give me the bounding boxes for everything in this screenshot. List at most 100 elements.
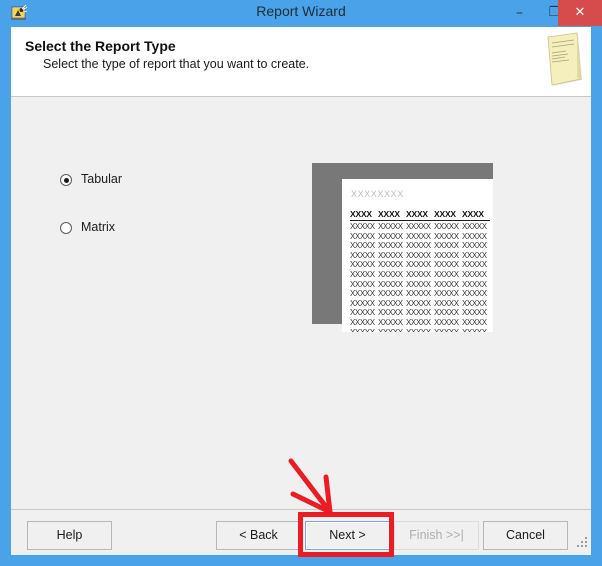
preview-data-row: XXXXXXXXXXXXXXXXXXXXXXXXX <box>350 270 490 280</box>
preview-data-cell: XXXXX <box>434 269 459 279</box>
preview-data-cell: XXXXX <box>378 308 403 318</box>
minimize-icon: – <box>516 5 523 21</box>
preview-data-cell: XXXXX <box>462 250 487 260</box>
preview-data-cell: XXXXX <box>378 298 403 308</box>
preview-data-cell: XXXXX <box>378 222 403 231</box>
page-title: Select the Report Type <box>25 38 176 54</box>
page-subtitle: Select the type of report that you want … <box>43 57 310 71</box>
preview-header-cell: XXXX <box>350 209 372 219</box>
resize-grip[interactable] <box>577 537 589 549</box>
preview-data-cell: XXXXX <box>406 250 431 260</box>
preview-data-row: XXXXXXXXXXXXXXXXXXXXXXXXX <box>350 308 490 318</box>
preview-data-cell: XXXXX <box>350 328 375 332</box>
preview-data-cell: XXXXX <box>462 298 487 308</box>
preview-data-row: XXXXXXXXXXXXXXXXXXXXXXXXX <box>350 260 490 270</box>
preview-data-row: XXXXXXXXXXXXXXXXXXXXXXXXX <box>350 328 490 332</box>
close-icon: ✕ <box>574 5 586 20</box>
preview-data-cell: XXXXX <box>434 328 459 332</box>
preview-data-cell: XXXXX <box>378 289 403 299</box>
preview-data-cell: XXXXX <box>406 231 431 241</box>
radio-tabular-label: Tabular <box>81 172 122 186</box>
preview-data-row: XXXXXXXXXXXXXXXXXXXXXXXXX <box>350 222 490 232</box>
radio-matrix-label: Matrix <box>81 220 116 234</box>
preview-data-cell: XXXXX <box>462 222 487 231</box>
preview-data-row: XXXXXXXXXXXXXXXXXXXXXXXXX <box>350 280 490 290</box>
preview-data-cell: XXXXX <box>350 269 375 279</box>
preview-data-cell: XXXXX <box>434 308 459 318</box>
preview-data-cell: XXXXX <box>406 298 431 308</box>
close-button[interactable]: ✕ <box>558 0 602 26</box>
preview-data-cell: XXXXX <box>434 279 459 289</box>
preview-title-text: XXXXXXXX <box>351 189 404 199</box>
preview-data-cell: XXXXX <box>406 260 431 270</box>
preview-header-cell: XXXX <box>378 209 400 219</box>
back-button[interactable]: < Back <box>216 521 301 550</box>
preview-data-cell: XXXXX <box>462 328 487 332</box>
preview-data-cell: XXXXX <box>462 260 487 270</box>
preview-data-row: XXXXXXXXXXXXXXXXXXXXXXXXX <box>350 241 490 251</box>
preview-header-row: XXXX XXXX XXXX XXXX XXXX <box>350 209 490 221</box>
preview-data-cell: XXXXX <box>378 279 403 289</box>
preview-data-cell: XXXXX <box>378 328 403 332</box>
preview-data-cell: XXXXX <box>462 317 487 327</box>
preview-data-cell: XXXXX <box>406 279 431 289</box>
preview-data-cell: XXXXX <box>434 298 459 308</box>
next-button[interactable]: Next > <box>305 521 390 550</box>
radio-matrix-icon[interactable] <box>60 222 72 234</box>
preview-header-cell: XXXX <box>406 209 428 219</box>
preview-data-cell: XXXXX <box>378 241 403 251</box>
preview-data-cell: XXXXX <box>378 317 403 327</box>
preview-data-cell: XXXXX <box>350 279 375 289</box>
wizard-footer: Help < Back Next > Finish >>| Cancel <box>11 509 591 555</box>
wizard-body: Tabular Matrix XXXXXXXX XXXX XXXX XXXX XXXX… <box>11 97 591 509</box>
preview-data-cell: XXXXX <box>434 231 459 241</box>
preview-data-cell: XXXXX <box>350 289 375 299</box>
preview-data-row: XXXXXXXXXXXXXXXXXXXXXXXXX <box>350 299 490 309</box>
preview-data-cell: XXXXX <box>462 241 487 251</box>
preview-data-cell: XXXXX <box>434 260 459 270</box>
preview-data-cell: XXXXX <box>378 231 403 241</box>
wizard-header: Select the Report Type Select the type o… <box>11 27 591 97</box>
preview-data-cell: XXXXX <box>434 222 459 231</box>
preview-data-cell: XXXXX <box>434 317 459 327</box>
preview-data-row: XXXXXXXXXXXXXXXXXXXXXXXXX <box>350 318 490 328</box>
preview-data-cell: XXXXX <box>378 269 403 279</box>
preview-page: XXXXXXXX XXXX XXXX XXXX XXXX XXXX XXXXX XXXXX X… <box>342 179 493 332</box>
preview-data-cell: XXXXX <box>462 269 487 279</box>
preview-data-cell: XXXXX <box>406 289 431 299</box>
preview-data-cell: XXXXX <box>406 317 431 327</box>
preview-data-cell: XXXXX <box>434 289 459 299</box>
preview-data-cell: XXXXX <box>350 231 375 241</box>
dialog-client-area: Select the Report Type Select the type o… <box>11 27 591 555</box>
preview-data-row: XXXXXXXXXXXXXXXXXXXXXXXXX <box>350 289 490 299</box>
finish-button: Finish >>| <box>394 521 479 550</box>
report-wizard-window: Report Wizard – ❐ ✕ Select the Report Ty… <box>0 0 602 566</box>
report-type-preview: XXXXXXXX XXXX XXXX XXXX XXXX XXXX XXXXX XXXXX X… <box>312 163 493 332</box>
preview-data-cell: XXXXX <box>406 328 431 332</box>
preview-data-cell: XXXXX <box>350 241 375 251</box>
preview-data-cell: XXXXX <box>350 308 375 318</box>
help-button[interactable]: Help <box>27 521 112 550</box>
preview-data-row: XXXXXXXXXXXXXXXXXXXXXXXXX <box>350 251 490 261</box>
preview-table: XXXX XXXX XXXX XXXX XXXX XXXXX XXXXX XXXXX XXXXX… <box>350 209 490 332</box>
preview-header-cell: XXXX <box>434 209 456 219</box>
preview-data-cell: XXXXX <box>462 279 487 289</box>
minimize-button[interactable]: – <box>502 0 537 26</box>
preview-data-cell: XXXXX <box>462 289 487 299</box>
title-bar[interactable]: Report Wizard – ❐ ✕ <box>0 0 602 27</box>
preview-data-cell: XXXXX <box>406 241 431 251</box>
preview-data-cell: XXXXX <box>406 222 431 231</box>
preview-data-cell: XXXXX <box>350 298 375 308</box>
preview-data-cell: XXXXX <box>406 308 431 318</box>
preview-data-cell: XXXXX <box>406 269 431 279</box>
preview-data-cell: XXXXX <box>350 222 375 231</box>
preview-data-row: XXXXXXXXXXXXXXXXXXXXXXXXX <box>350 232 490 242</box>
yellow-document-icon <box>544 32 586 90</box>
preview-data-cell: XXXXX <box>434 241 459 251</box>
preview-data-cell: XXXXX <box>378 260 403 270</box>
radio-tabular-icon[interactable] <box>60 174 72 186</box>
cancel-button[interactable]: Cancel <box>483 521 568 550</box>
preview-data-cell: XXXXX <box>434 250 459 260</box>
preview-data-cell: XXXXX <box>350 250 375 260</box>
preview-data-cell: XXXXX <box>462 231 487 241</box>
